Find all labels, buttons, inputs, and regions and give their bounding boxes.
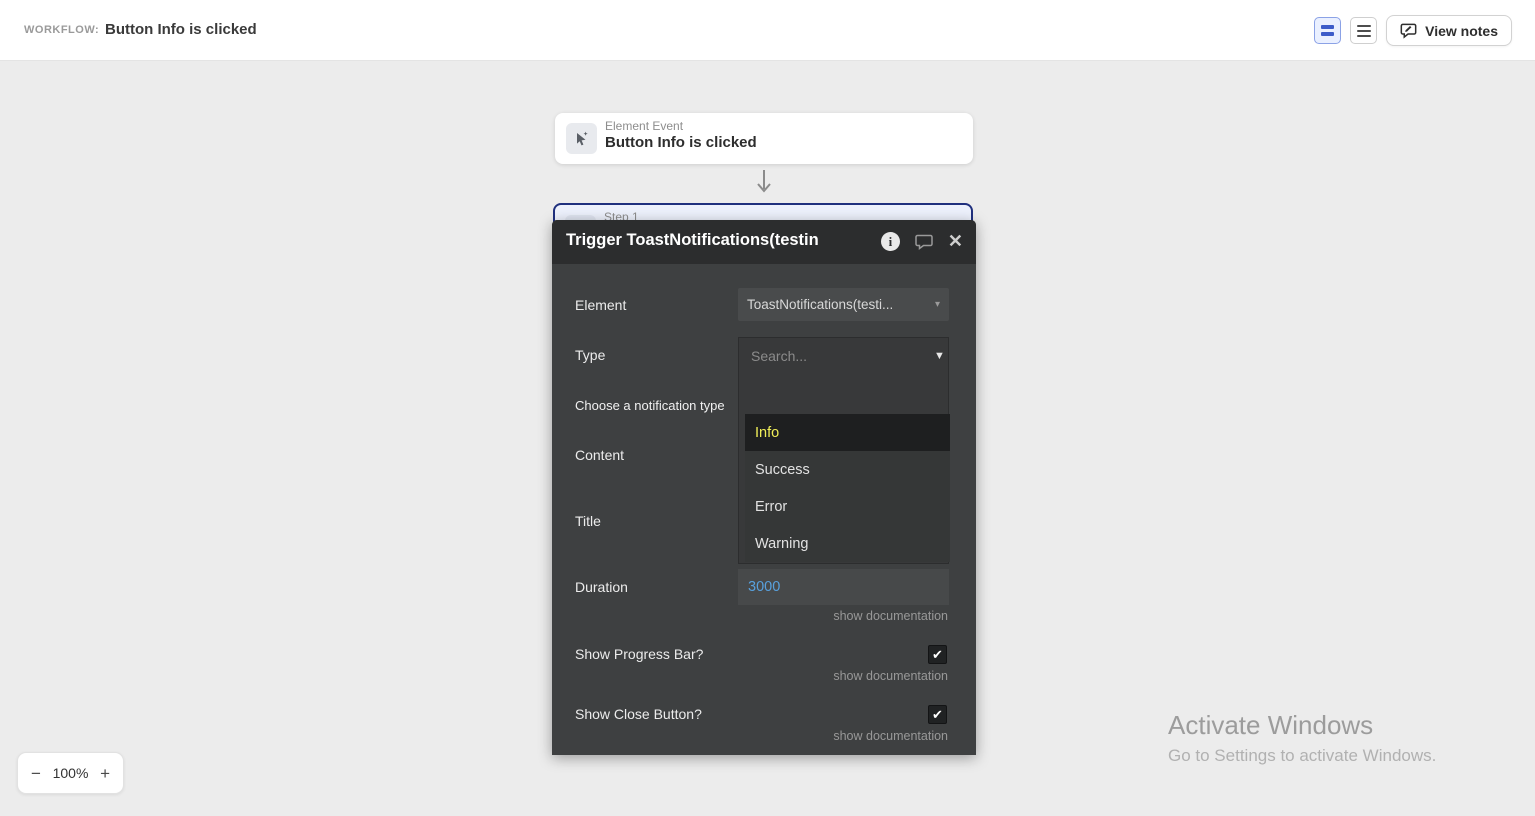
type-options-list: Info Success Error Warning (745, 414, 950, 562)
duration-doc-link[interactable]: show documentation (833, 609, 948, 623)
workflow-title: Button Info is clicked (105, 21, 257, 38)
type-dropdown-caret-icon[interactable]: ▼ (934, 350, 945, 362)
watermark-line1: Activate Windows (1168, 710, 1436, 741)
type-search-input[interactable] (749, 347, 934, 365)
element-event-icon (566, 123, 597, 154)
type-option-info[interactable]: Info (745, 414, 950, 451)
close-button-checkbox[interactable]: ✔ (928, 705, 947, 724)
card-view-toggle-button[interactable] (1314, 17, 1341, 44)
zoom-in-button[interactable]: + (100, 765, 110, 782)
element-dropdown-value: ToastNotifications(testi... (747, 297, 893, 312)
type-field-label: Type (575, 347, 605, 363)
content-field-label: Content (575, 447, 624, 463)
view-notes-label: View notes (1425, 23, 1498, 39)
element-dropdown-caret-icon: ▾ (935, 299, 940, 310)
topbar-actions: View notes (1314, 15, 1512, 46)
info-icon[interactable]: i (881, 232, 900, 251)
close-icon[interactable]: ✕ (948, 232, 963, 251)
watermark-line2: Go to Settings to activate Windows. (1168, 746, 1436, 766)
title-field-label: Title (575, 513, 601, 529)
progress-bar-doc-link[interactable]: show documentation (833, 669, 948, 683)
list-view-toggle-button[interactable] (1350, 17, 1377, 44)
close-button-field-label: Show Close Button? (575, 706, 702, 722)
flow-connector-arrow (755, 168, 773, 203)
progress-bar-checkbox[interactable]: ✔ (928, 645, 947, 664)
event-node-type: Element Event (605, 119, 683, 133)
type-option-success[interactable]: Success (745, 451, 950, 488)
property-editor-title: Trigger ToastNotifications(testin (566, 231, 819, 250)
comment-icon[interactable] (915, 234, 933, 250)
element-field-label: Element (575, 297, 626, 313)
zoom-out-button[interactable]: − (31, 765, 41, 782)
close-button-doc-link[interactable]: show documentation (833, 729, 948, 743)
list-view-icon (1357, 25, 1371, 37)
view-notes-button[interactable]: View notes (1386, 15, 1512, 46)
panel-header-icons: i ✕ (881, 232, 963, 251)
element-dropdown[interactable]: ToastNotifications(testi... ▾ (738, 288, 949, 321)
duration-input[interactable] (738, 569, 949, 605)
property-editor-panel: Trigger ToastNotifications(testin i ✕ El… (552, 220, 976, 755)
type-dropdown-expanded: ▼ Info Success Error Warning (738, 337, 949, 564)
property-editor-header[interactable]: Trigger ToastNotifications(testin i ✕ (552, 220, 976, 264)
type-option-warning[interactable]: Warning (745, 525, 950, 562)
card-view-icon (1321, 25, 1334, 36)
type-option-error[interactable]: Error (745, 488, 950, 525)
event-node[interactable]: Element Event Button Info is clicked (555, 113, 973, 164)
duration-field-label: Duration (575, 579, 628, 595)
windows-activation-watermark: Activate Windows Go to Settings to activ… (1168, 710, 1436, 766)
progress-bar-field-label: Show Progress Bar? (575, 646, 703, 662)
notes-bubble-icon (1400, 22, 1417, 39)
top-bar: WORKFLOW: Button Info is clicked View no… (0, 0, 1535, 61)
workflow-label: WORKFLOW: (24, 24, 99, 36)
zoom-control: − 100% + (17, 752, 124, 794)
type-search-row: ▼ (739, 338, 948, 373)
event-node-title: Button Info is clicked (605, 134, 757, 151)
type-hint-label: Choose a notification type (575, 398, 739, 413)
zoom-level: 100% (53, 765, 89, 781)
